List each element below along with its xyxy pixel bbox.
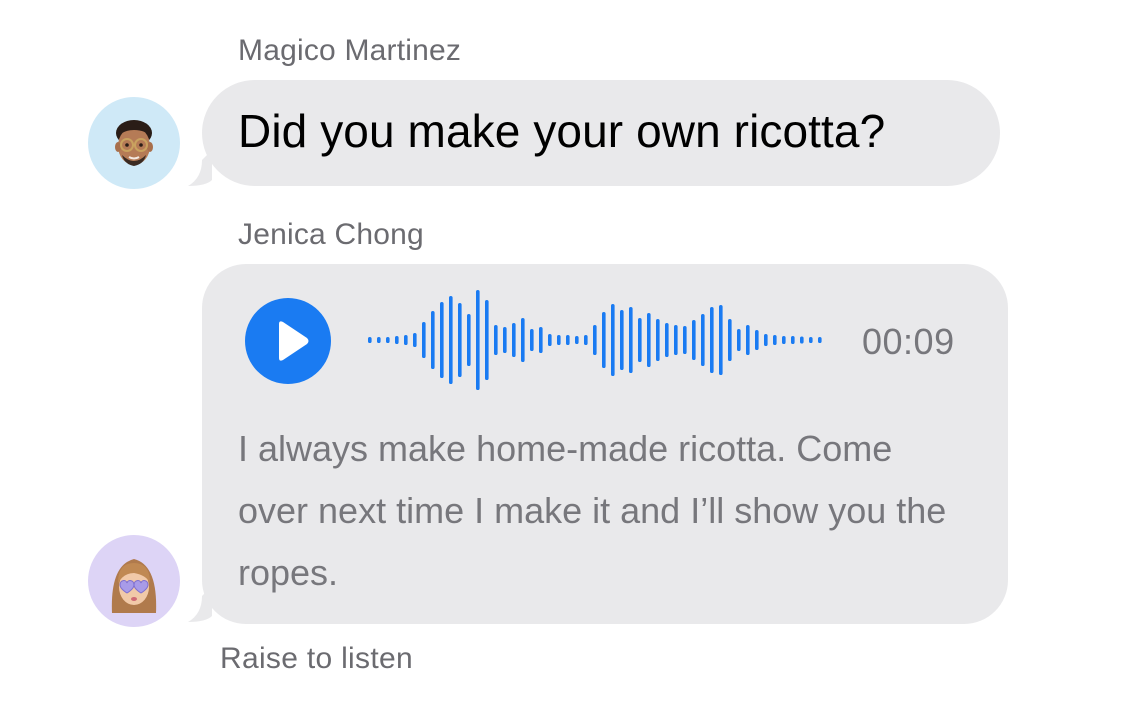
waveform-bar <box>485 300 489 380</box>
waveform-bar <box>566 335 570 345</box>
waveform-bar <box>413 333 417 347</box>
waveform-bar <box>710 307 714 373</box>
waveform-bar <box>548 334 552 346</box>
waveform-bar <box>611 304 615 376</box>
waveform-bar <box>620 310 624 370</box>
waveform-bar <box>377 337 381 343</box>
waveform-bar <box>728 319 732 361</box>
waveform-bar <box>521 318 525 362</box>
waveform-bar <box>638 318 642 362</box>
waveform-bar <box>665 323 669 357</box>
raise-to-listen-label: Raise to listen <box>220 642 413 675</box>
waveform-bar <box>737 329 741 351</box>
waveform-bar <box>584 335 588 345</box>
audio-transcript: I always make home-made ricotta. Come ov… <box>238 428 947 593</box>
waveform-bar <box>440 302 444 378</box>
waveform-bar <box>395 336 399 344</box>
waveform-bar <box>593 325 597 355</box>
memoji-woman-with-heart-sunglasses-icon[interactable] <box>88 535 180 627</box>
waveform-bar <box>368 337 372 343</box>
waveform-bar <box>629 307 633 373</box>
waveform-bar <box>494 325 498 355</box>
waveform-bar <box>575 336 579 344</box>
waveform-bar <box>764 334 768 346</box>
waveform-bar <box>719 305 723 375</box>
audio-waveform[interactable] <box>360 280 830 400</box>
waveform-bar <box>449 296 453 384</box>
waveform-bar <box>431 311 435 369</box>
play-button[interactable] <box>245 298 331 384</box>
waveform-bar <box>746 325 750 355</box>
waveform-bar <box>557 335 561 345</box>
waveform-bar <box>683 326 687 354</box>
waveform-bar <box>791 336 795 344</box>
sender-name-magico: Magico Martinez <box>238 34 462 67</box>
play-icon <box>279 321 309 361</box>
waveform-bar <box>692 320 696 360</box>
waveform-bar <box>404 335 408 345</box>
waveform-bar <box>773 335 777 345</box>
waveform-bar <box>512 323 516 357</box>
waveform-bar <box>800 336 804 344</box>
waveform-bar <box>656 319 660 361</box>
waveform-bar <box>809 337 813 343</box>
waveform-bar <box>530 329 534 351</box>
waveform-bar <box>422 322 426 358</box>
sender-name-jenica: Jenica Chong <box>238 218 424 251</box>
waveform-bar <box>674 325 678 355</box>
waveform-bar <box>539 327 543 353</box>
waveform-bar <box>602 312 606 368</box>
waveform-bar <box>503 327 507 353</box>
audio-duration: 00:09 <box>862 321 955 362</box>
waveform-bar <box>701 314 705 366</box>
waveform-bar <box>818 337 822 343</box>
waveform-bar <box>782 336 786 344</box>
memoji-man-with-glasses-icon[interactable] <box>88 97 180 189</box>
waveform-bar <box>755 330 759 350</box>
waveform-bar <box>458 303 462 377</box>
message-text: Did you make your own ricotta? <box>238 105 886 157</box>
waveform-bar <box>386 337 390 343</box>
waveform-bar <box>647 313 651 367</box>
waveform-bar <box>476 290 480 390</box>
waveform-bar <box>467 314 471 366</box>
